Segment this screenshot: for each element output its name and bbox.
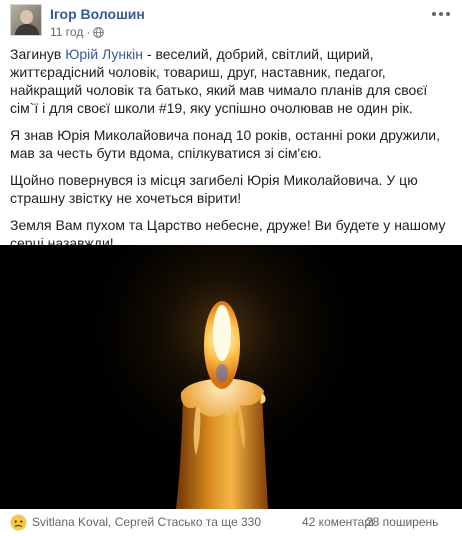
avatar-head	[20, 10, 33, 24]
globe-icon[interactable]	[93, 26, 105, 38]
shares-count[interactable]: 28 поширень	[366, 515, 438, 529]
more-options-icon[interactable]	[430, 6, 452, 22]
post-paragraph-2: Я знав Юрія Миколайовича понад 10 років,…	[10, 127, 440, 161]
sad-reaction-icon[interactable]	[10, 514, 27, 531]
post-header: Ігор Волошин 11 год ·	[0, 0, 462, 44]
author-avatar[interactable]	[10, 4, 42, 36]
mention-link[interactable]: Юрій Лункін	[65, 46, 143, 62]
post-text: Загинув Юрій Лункін - веселий, добрий, с…	[10, 45, 456, 261]
post-paragraph-3: Щойно повернувся із місця загибелі Юрія …	[10, 172, 418, 206]
comments-count[interactable]: 42 коментарі	[302, 515, 374, 529]
post-paragraph-1: Загинув Юрій Лункін - веселий, добрий, с…	[10, 45, 456, 117]
candle-illustration	[0, 245, 462, 509]
author-name[interactable]: Ігор Волошин	[50, 6, 145, 22]
paragraph-text: Загинув	[10, 46, 66, 62]
avatar-body	[15, 24, 39, 35]
reactors-summary[interactable]: Svitlana Koval, Сергей Стасько та ще 330	[32, 515, 261, 529]
post-footer: Svitlana Koval, Сергей Стасько та ще 330…	[0, 509, 462, 536]
post-time[interactable]: 11 год	[50, 25, 83, 39]
meta-separator: ·	[86, 25, 91, 39]
post-meta: 11 год ·	[50, 25, 105, 39]
candle-flame-photo[interactable]	[0, 245, 462, 509]
